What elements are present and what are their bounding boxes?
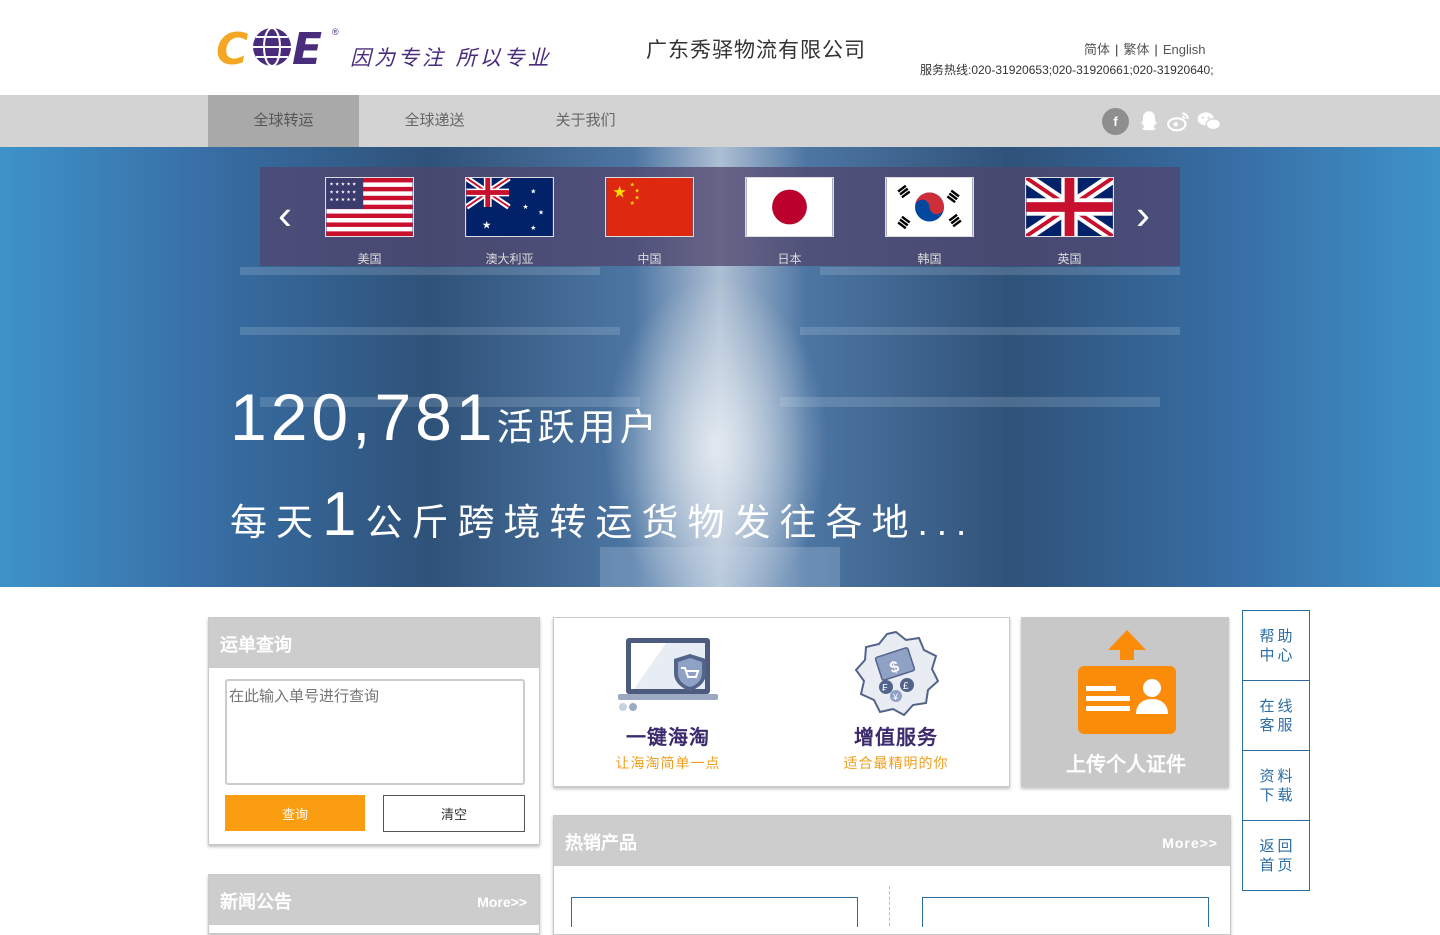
destination-carousel: ‹ › ★ ★ ★ ★ ★ ★ ★ ★ ★ ★ ★ ★ ★ ★ ★ 美国 ★ ★…: [260, 167, 1180, 266]
australia-flag-icon: ★ ★ ★ ★ ★: [464, 175, 554, 237]
clear-button[interactable]: 清空: [383, 795, 525, 832]
flag-label: 美国: [357, 252, 382, 266]
side-item-downloads[interactable]: 资料 下载: [1243, 751, 1309, 821]
nav-item-global-forwarding[interactable]: 全球转运: [208, 95, 359, 147]
svg-text:★: ★: [538, 210, 544, 217]
company-name: 广东秀驿物流有限公司: [646, 39, 866, 62]
carousel-next-arrow[interactable]: ›: [1136, 194, 1150, 236]
svg-text:★: ★: [530, 188, 536, 195]
side-item-home[interactable]: 返回 首页: [1243, 821, 1309, 891]
japan-flag-icon: [745, 177, 834, 237]
active-users-label: 活跃用户: [496, 407, 661, 448]
svg-text:★: ★: [630, 200, 635, 207]
hot-products-more-link[interactable]: More>>: [1162, 816, 1218, 870]
side-item-help-center[interactable]: 帮助 中心: [1243, 611, 1309, 681]
coe-logo[interactable]: C E ®: [214, 24, 344, 70]
active-users-count: 120,781: [230, 380, 497, 454]
flag-item-uk[interactable]: 英国: [1023, 173, 1116, 267]
korea-flag-icon: [885, 177, 974, 237]
svg-text:★: ★: [635, 188, 640, 195]
svg-text:★: ★: [635, 194, 640, 201]
daily-suffix: 公斤跨境转运货物发往各地...: [365, 502, 976, 543]
service-title: 一键海淘: [626, 727, 710, 749]
upload-id-panel[interactable]: 上传个人证件: [1021, 617, 1229, 787]
flag-item-usa[interactable]: ★ ★ ★ ★ ★ ★ ★ ★ ★ ★ ★ ★ ★ ★ ★ 美国: [325, 177, 414, 267]
service-one-click-haitao[interactable]: 一键海淘 让海淘简单一点: [554, 618, 782, 788]
daily-prefix: 每天: [230, 502, 322, 543]
uk-flag-icon: [1023, 173, 1116, 241]
laptop-cart-icon: [618, 638, 718, 711]
flag-item-australia[interactable]: ★ ★ ★ ★ ★ 澳大利亚: [464, 175, 554, 267]
slogan: 因为专注 所以专业: [350, 46, 552, 70]
product-card[interactable]: [571, 897, 858, 927]
flag-item-china[interactable]: ★ ★ ★ ★ ★ 中国: [605, 177, 694, 267]
news-header: 新闻公告 More>>: [209, 875, 539, 925]
hot-products-panel: 热销产品 More>>: [553, 815, 1231, 935]
currency-badge-icon: $ ₣ £ ¥: [854, 630, 940, 716]
svg-text:★ ★ ★ ★ ★: ★ ★ ★ ★ ★: [329, 197, 357, 203]
svg-text:★ ★ ★ ★ ★: ★ ★ ★ ★ ★: [329, 189, 357, 195]
hero-banner: ‹ › ★ ★ ★ ★ ★ ★ ★ ★ ★ ★ ★ ★ ★ ★ ★ 美国 ★ ★…: [0, 147, 1440, 587]
floating-side-bar: 帮助 中心 在线 客服 资料 下载 返回 首页: [1242, 610, 1310, 891]
upload-id-label: 上传个人证件: [1066, 754, 1186, 776]
nav-item-global-delivery[interactable]: 全球递送: [359, 95, 510, 147]
flag-item-korea[interactable]: 韩国: [885, 177, 974, 267]
svg-text:★ ★ ★ ★ ★: ★ ★ ★ ★ ★: [329, 182, 357, 188]
service-hotline: 服务热线:020-31920653;020-31920661;020-31920…: [920, 63, 1214, 77]
service-subtitle: 适合最精明的你: [843, 755, 949, 771]
lang-english[interactable]: English: [1163, 42, 1206, 57]
query-button[interactable]: 查询: [225, 795, 365, 831]
us-flag-icon: ★ ★ ★ ★ ★★ ★ ★ ★ ★★ ★ ★ ★ ★: [325, 177, 414, 237]
china-flag-icon: ★ ★★★★: [605, 177, 694, 237]
flag-label: 英国: [1057, 252, 1082, 266]
id-card-upload-icon: [1078, 630, 1176, 734]
svg-text:¥: ¥: [892, 692, 899, 702]
service-title: 增值服务: [854, 727, 938, 749]
svg-text:★: ★: [530, 225, 536, 232]
nav-item-about-us[interactable]: 关于我们: [510, 95, 661, 147]
carousel-prev-arrow[interactable]: ‹: [278, 194, 292, 236]
news-more-link[interactable]: More>>: [477, 875, 527, 929]
tracking-number-input[interactable]: [225, 679, 525, 785]
flag-label: 中国: [637, 252, 662, 266]
facebook-icon[interactable]: f: [1102, 108, 1129, 135]
tracking-title: 运单查询: [209, 618, 539, 668]
weibo-icon[interactable]: [1166, 108, 1192, 134]
lang-traditional[interactable]: 繁体: [1123, 42, 1149, 57]
wechat-icon[interactable]: [1196, 108, 1222, 134]
service-subtitle: 让海淘简单一点: [615, 755, 721, 771]
divider: [889, 886, 890, 926]
flag-item-japan[interactable]: 日本: [745, 177, 834, 267]
svg-text:£: £: [903, 681, 909, 692]
svg-text:★: ★: [612, 183, 627, 201]
svg-text:₣: ₣: [882, 683, 888, 694]
tracking-panel: 运单查询 查询 清空: [208, 617, 540, 845]
site-header: C E ® 因为专注 所以专业 广东秀驿物流有限公司 简体 | 繁体 | English…: [0, 0, 1440, 95]
news-panel: 新闻公告 More>>: [208, 874, 540, 934]
svg-text:C: C: [216, 24, 248, 70]
flag-label: 澳大利亚: [485, 252, 534, 266]
lang-simplified[interactable]: 简体: [1084, 42, 1110, 57]
side-item-online-service[interactable]: 在线 客服: [1243, 681, 1309, 751]
qq-icon[interactable]: [1136, 108, 1162, 134]
flag-label: 日本: [777, 252, 802, 266]
active-users-stat: 120,781活跃用户: [230, 379, 661, 455]
language-switcher: 简体 | 繁体 | English: [1084, 42, 1206, 57]
main-nav: 全球转运 全球递送 关于我们 f: [0, 95, 1440, 147]
svg-text:★: ★: [482, 219, 492, 231]
hot-products-title: 热销产品: [565, 833, 637, 853]
flag-label: 韩国: [917, 252, 942, 266]
svg-text:★: ★: [523, 204, 529, 211]
daily-shipment-stat: 每天1公斤跨境转运货物发往各地...: [230, 479, 975, 550]
hot-products-header: 热销产品 More>>: [554, 816, 1230, 866]
product-card[interactable]: [922, 897, 1209, 927]
news-title: 新闻公告: [220, 892, 292, 912]
daily-number: 1: [322, 480, 366, 549]
services-panel: 一键海淘 让海淘简单一点 $ ₣ £ ¥ 增值服务 适合最精明的你: [553, 617, 1010, 787]
service-value-added[interactable]: $ ₣ £ ¥ 增值服务 适合最精明的你: [782, 618, 1010, 788]
svg-text:E: E: [292, 24, 322, 70]
svg-text:®: ®: [332, 27, 339, 37]
